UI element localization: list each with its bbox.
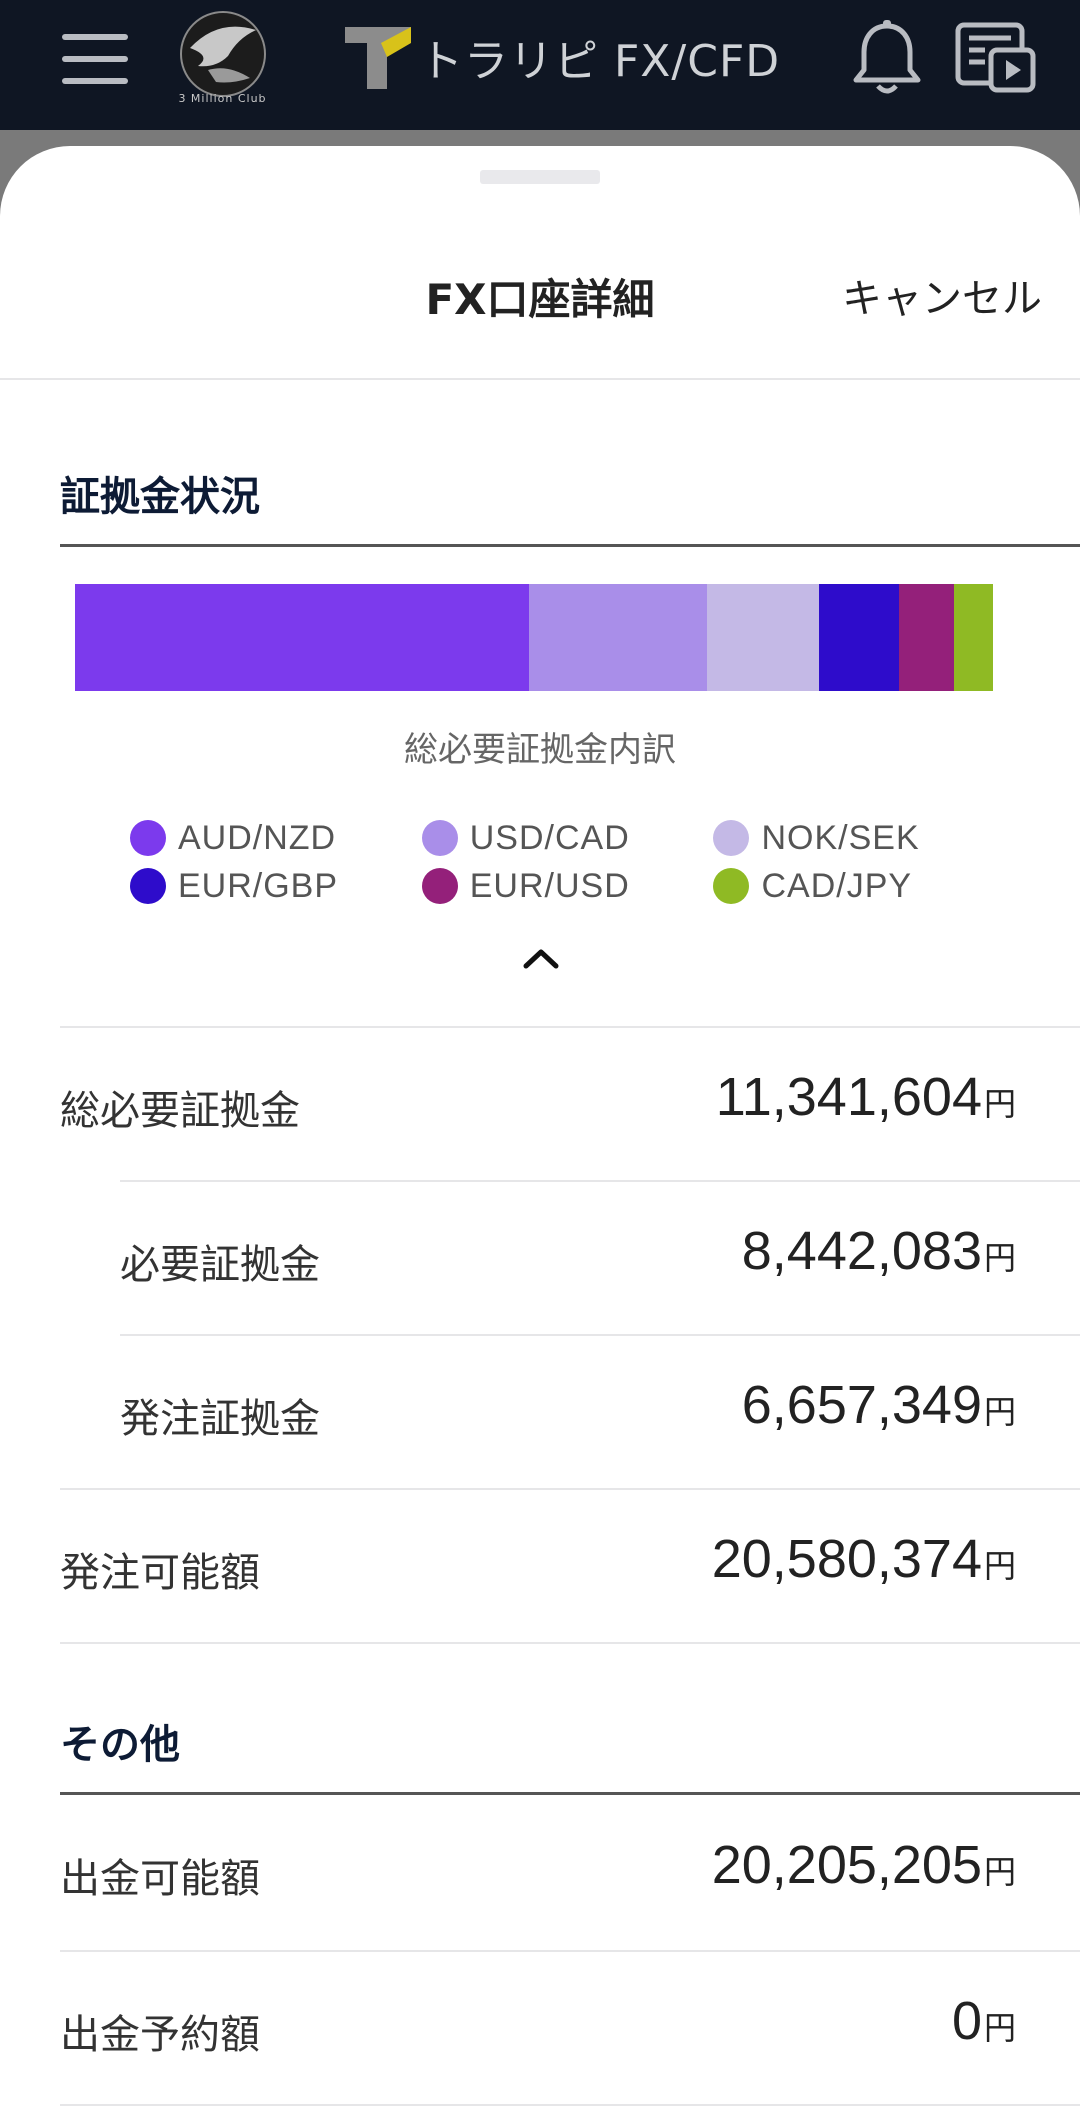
row-divider — [60, 2104, 1080, 2108]
unit: 円 — [983, 1085, 1016, 1123]
legend-label: NOK/SEK — [761, 818, 920, 857]
unit: 円 — [983, 1393, 1016, 1431]
row-label: 必要証拠金 — [120, 1242, 320, 1288]
bar-segment-aud-nzd — [75, 584, 530, 691]
brand-name: トラリピ FX/CFD — [419, 36, 781, 87]
chevron-up-icon[interactable] — [516, 938, 566, 978]
total-required-margin-row: 総必要証拠金 11,341,604円 — [60, 1026, 1080, 1182]
legend-label: EUR/USD — [469, 866, 630, 905]
legend-dot — [130, 868, 166, 904]
section-divider — [60, 1792, 1080, 1795]
amount: 11,341,604 — [715, 1067, 982, 1127]
amount: 0 — [951, 1991, 982, 2051]
chart-caption: 総必要証拠金内訳 — [404, 730, 676, 770]
bar-segment-cad-jpy — [953, 584, 993, 691]
bar-segment-eur-usd — [899, 584, 954, 691]
row-label: 発注可能額 — [60, 1550, 260, 1596]
order-margin-row: 発注証拠金 6,657,349円 — [120, 1334, 1080, 1490]
row-label: 出金予約額 — [60, 2012, 260, 2058]
legend-item: NOK/SEK — [713, 814, 950, 862]
legend-item: USD/CAD — [421, 814, 714, 862]
bar-segment-usd-cad — [529, 584, 707, 691]
legend-item: EUR/GBP — [130, 862, 422, 910]
margin-status-title: 証拠金状況 — [60, 474, 260, 520]
legend-dot — [130, 820, 166, 856]
notification-bell-icon[interactable] — [852, 20, 922, 96]
cancel-button[interactable]: キャンセル — [842, 266, 1042, 324]
row-label: 出金可能額 — [60, 1856, 260, 1902]
row-divider — [60, 1642, 1080, 1646]
row-value: 20,580,374円 — [712, 1528, 1016, 1590]
legend-dot — [421, 868, 458, 904]
row-value: 0円 — [952, 1990, 1016, 2052]
margin-breakdown-bar — [75, 584, 993, 691]
legend-item: EUR/USD — [421, 862, 714, 910]
legend-label: EUR/GBP — [178, 866, 339, 905]
available-order-amount-row: 発注可能額 20,580,374円 — [60, 1488, 1080, 1644]
amount: 20,205,205 — [711, 1835, 982, 1895]
amount: 6,657,349 — [741, 1375, 982, 1435]
bar-segment-nok-sek — [706, 584, 819, 691]
top-bar: 3 Million Club トラリピ FX/CFD — [0, 0, 1080, 130]
unit: 円 — [983, 1547, 1016, 1585]
chart-legend: AUD/NZD USD/CAD NOK/SEK EUR/GBP EUR/USD — [130, 814, 950, 910]
section-divider — [60, 544, 1080, 547]
legend-label: AUD/NZD — [178, 818, 337, 857]
legend-label: USD/CAD — [469, 818, 630, 857]
bar-segment-eur-gbp — [818, 584, 900, 691]
row-value: 6,657,349円 — [742, 1374, 1016, 1436]
legend-dot — [713, 868, 750, 904]
media-icon[interactable] — [955, 22, 1037, 94]
row-value: 20,205,205円 — [712, 1834, 1016, 1896]
other-section-title: その他 — [60, 1722, 180, 1768]
legend-item: AUD/NZD — [130, 814, 422, 862]
reserved-withdrawal-row: 出金予約額 0円 — [60, 1950, 1080, 2106]
unit: 円 — [983, 2009, 1016, 2047]
legend-item: CAD/JPY — [713, 862, 950, 910]
unit: 円 — [983, 1239, 1016, 1277]
withdrawable-amount-row: 出金可能額 20,205,205円 — [60, 1796, 1080, 1950]
legend-dot — [421, 820, 458, 856]
amount: 8,442,083 — [741, 1221, 982, 1281]
account-detail-sheet: FX口座詳細 キャンセル 証拠金状況 総必要証拠金内訳 AUD/NZD USD/… — [0, 146, 1080, 2114]
sheet-drag-handle[interactable] — [480, 170, 600, 184]
menu-icon[interactable] — [62, 34, 128, 84]
brand-mark-icon — [345, 27, 411, 89]
unit: 円 — [983, 1853, 1016, 1891]
row-value: 8,442,083円 — [742, 1220, 1016, 1282]
brand-logo[interactable]: トラリピ FX/CFD — [345, 22, 780, 92]
amount: 20,580,374 — [711, 1529, 982, 1589]
row-label: 発注証拠金 — [120, 1396, 320, 1442]
legend-label: CAD/JPY — [761, 866, 913, 905]
row-value: 11,341,604円 — [716, 1066, 1016, 1128]
required-margin-row: 必要証拠金 8,442,083円 — [120, 1180, 1080, 1336]
legend-dot — [713, 820, 750, 856]
club-logo-text: 3 Million Club — [178, 92, 267, 105]
header-divider — [0, 378, 1080, 380]
row-label: 総必要証拠金 — [60, 1088, 300, 1134]
